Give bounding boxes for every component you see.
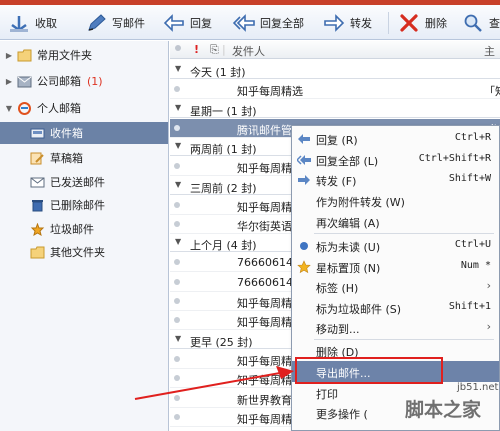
highlight-box bbox=[295, 357, 443, 384]
pen-icon bbox=[88, 14, 106, 31]
folder-sidebar: ▶ 常用文件夹 ▶ 公司邮箱 (1) ▼ 个人邮箱 收件箱 草稿箱 已发送邮件 … bbox=[0, 41, 169, 431]
sidebar-item-inbox[interactable]: 收件箱 bbox=[0, 122, 168, 144]
forward-icon bbox=[298, 175, 310, 185]
menu-item-edit-again[interactable]: 再次编辑 (A) bbox=[292, 211, 499, 233]
reply-all-icon bbox=[297, 155, 311, 165]
mailbox-icon bbox=[17, 76, 32, 87]
toolbar: 收取 写邮件 回复 回复全部 转发 删除 查 bbox=[0, 5, 500, 40]
folder-icon bbox=[30, 246, 45, 258]
toolbar-separator bbox=[388, 12, 389, 34]
sidebar-item-drafts[interactable]: 草稿箱 bbox=[0, 147, 168, 169]
reply-all-button[interactable]: 回复全部 bbox=[233, 11, 304, 35]
menu-item-mark-spam[interactable]: 标为垃圾邮件 (S) Shift+1 bbox=[292, 297, 499, 319]
menu-item-reply-all[interactable]: 回复全部 (L) Ctrl+Shift+R bbox=[292, 149, 499, 171]
reply-button[interactable]: 回复 bbox=[163, 11, 212, 35]
submenu-arrow-icon: › bbox=[486, 279, 491, 292]
menu-item-move-to[interactable]: 移动到... › bbox=[292, 317, 499, 339]
collapse-arrow-icon[interactable]: ▼ bbox=[4, 104, 14, 113]
subject-column[interactable]: 主 bbox=[484, 43, 495, 59]
unread-badge: (1) bbox=[87, 74, 103, 88]
sidebar-item-spam[interactable]: 垃圾邮件 bbox=[0, 218, 168, 240]
attachment-column-icon[interactable]: ⎘ bbox=[210, 43, 219, 57]
delete-button[interactable]: 删除 bbox=[398, 11, 447, 35]
group-today[interactable]: ▼ 今天 (1 封) bbox=[170, 61, 500, 79]
menu-item-tag[interactable]: 标签 (H) › bbox=[292, 276, 499, 298]
sidebar-item-personal-mailbox[interactable]: ▼ 个人邮箱 bbox=[0, 97, 168, 119]
sender-column[interactable]: 发件人 bbox=[232, 43, 265, 59]
sidebar-item-company-mailbox[interactable]: ▶ 公司邮箱 (1) bbox=[0, 70, 168, 92]
draft-icon bbox=[30, 152, 44, 164]
priority-column[interactable]: ! bbox=[194, 43, 199, 56]
sidebar-item-other-folders[interactable]: 其他文件夹 bbox=[0, 241, 168, 263]
menu-item-mark-unread[interactable]: 标为未读 (U) Ctrl+U bbox=[292, 235, 499, 257]
expand-arrow-icon[interactable]: ▶ bbox=[4, 77, 14, 86]
compose-button[interactable]: 写邮件 bbox=[85, 11, 145, 35]
sidebar-item-deleted[interactable]: 已删除邮件 bbox=[0, 194, 168, 216]
sent-icon bbox=[30, 177, 45, 187]
read-status-column-icon[interactable] bbox=[175, 45, 181, 51]
inbox-icon bbox=[30, 128, 45, 138]
forward-arrow-icon bbox=[324, 14, 345, 32]
spam-icon bbox=[30, 222, 45, 236]
trash-icon bbox=[32, 199, 43, 211]
menu-item-forward-as-attachment[interactable]: 作为附件转发 (W) bbox=[292, 190, 499, 212]
expand-arrow-icon[interactable]: ▶ bbox=[4, 51, 14, 60]
forward-button[interactable]: 转发 bbox=[323, 11, 372, 35]
menu-item-forward[interactable]: 转发 (F) Shift+W bbox=[292, 169, 499, 191]
list-header: ! ⎘ | 发件人 主 bbox=[170, 41, 500, 59]
reply-all-icon bbox=[233, 14, 255, 32]
receive-button[interactable]: 收取 bbox=[8, 11, 57, 35]
folder-icon bbox=[17, 49, 32, 61]
submenu-arrow-icon: › bbox=[486, 320, 491, 333]
reply-icon bbox=[298, 134, 310, 144]
receive-icon bbox=[10, 16, 28, 32]
menu-separator bbox=[314, 233, 494, 234]
group-monday[interactable]: ▼ 星期一 (1 封) bbox=[170, 100, 500, 118]
sidebar-item-common-folders[interactable]: ▶ 常用文件夹 bbox=[0, 44, 168, 66]
qq-mail-icon bbox=[18, 101, 31, 115]
menu-item-star[interactable]: 星标置顶 (N) Num * bbox=[292, 256, 499, 278]
search-icon bbox=[464, 14, 482, 32]
list-item[interactable]: 知乎每周精选「知 bbox=[170, 80, 500, 99]
delete-x-icon bbox=[400, 14, 418, 32]
reply-arrow-icon bbox=[163, 14, 184, 32]
search-button[interactable]: 查 bbox=[462, 11, 500, 35]
unread-dot-icon bbox=[300, 242, 308, 250]
menu-item-reply[interactable]: 回复 (R) Ctrl+R bbox=[292, 128, 499, 150]
sidebar-item-sent[interactable]: 已发送邮件 bbox=[0, 171, 168, 193]
star-icon bbox=[297, 260, 311, 274]
